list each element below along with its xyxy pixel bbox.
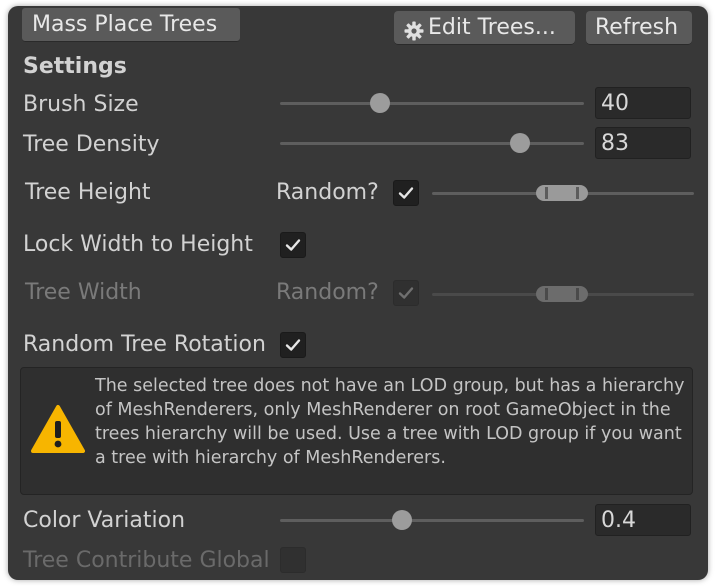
color-variation-slider-knob[interactable] [391,510,412,530]
brush-size-slider-knob[interactable] [370,93,391,113]
refresh-label: Refresh [595,15,679,40]
terrain-tree-inspector: Mass Place Trees Edit Trees... Refresh S… [8,6,708,580]
checkmark-icon [398,187,414,199]
tree-height-range-handle[interactable] [536,185,588,201]
tree-density-slider-knob[interactable] [510,133,531,153]
random-rotation-label: Random Tree Rotation [23,332,266,357]
gear-icon [404,18,424,41]
tree-width-label: Tree Width [25,280,142,305]
checkmark-icon [285,339,301,351]
random-rotation-checkbox[interactable] [280,332,306,358]
lock-width-checkbox[interactable] [280,232,306,258]
mass-place-trees-button[interactable]: Mass Place Trees [22,8,240,42]
lod-warning-helpbox: The selected tree does not have an LOD g… [20,367,693,495]
lock-width-label: Lock Width to Height [23,232,253,257]
tree-density-field[interactable]: 83 [595,127,691,159]
warning-icon [31,404,85,454]
tree-density-slider-track[interactable] [280,142,584,145]
lod-warning-text: The selected tree does not have an LOD g… [95,376,685,468]
brush-size-label: Brush Size [23,92,139,117]
mass-place-trees-label: Mass Place Trees [32,12,218,37]
edit-trees-button[interactable]: Edit Trees... [394,11,575,45]
contribute-gi-checkbox [280,547,306,573]
tree-width-random-checkbox [393,280,419,306]
edit-trees-label: Edit Trees... [428,15,556,40]
tree-density-label: Tree Density [23,132,160,157]
checkmark-icon [285,239,301,251]
contribute-gi-label: Tree Contribute Global [23,548,270,573]
color-variation-field[interactable]: 0.4 [595,504,691,536]
tree-width-range-handle [536,286,588,302]
tree-height-random-checkbox[interactable] [393,180,419,206]
brush-size-slider-track[interactable] [280,102,584,105]
tree-width-random-label: Random? [276,280,379,305]
settings-header: Settings [23,54,127,79]
tree-height-random-label: Random? [276,180,379,205]
tree-height-label: Tree Height [25,180,151,205]
color-variation-slider-track[interactable] [280,519,584,522]
brush-size-field[interactable]: 40 [595,87,691,119]
color-variation-label: Color Variation [23,508,186,533]
checkmark-icon [398,287,414,299]
refresh-button[interactable]: Refresh [586,11,692,45]
